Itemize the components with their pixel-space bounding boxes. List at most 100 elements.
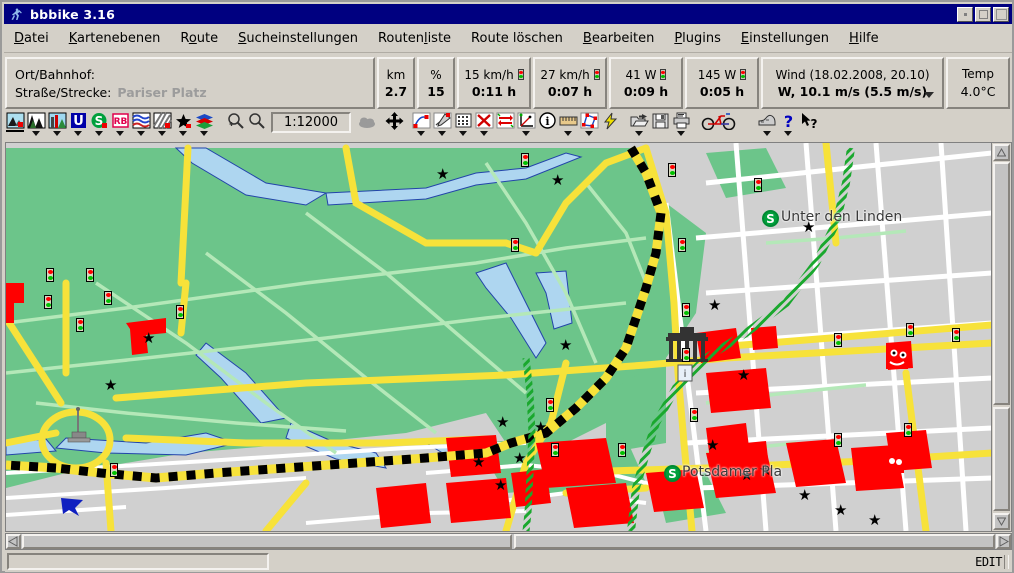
sbahn-station-icon[interactable]: S: [762, 210, 779, 227]
wind-cell[interactable]: Wind (18.02.2008, 20.10) W, 10.1 m/s (5.…: [761, 57, 944, 109]
bike-button[interactable]: [700, 112, 740, 140]
layers-button[interactable]: [194, 112, 214, 140]
sbahn-station-icon[interactable]: S: [664, 465, 681, 482]
chevron-down-icon[interactable]: [924, 92, 934, 98]
u-bahn-icon: U: [69, 112, 88, 130]
speed-time-2: 0:07 h: [547, 83, 593, 99]
route-draw-button[interactable]: [411, 112, 431, 140]
landmark-star: ★: [708, 296, 722, 314]
power-cell-1[interactable]: 41 W 0:09 h: [609, 57, 683, 109]
scroll-up-button[interactable]: [993, 144, 1010, 161]
horizontal-scroll-thumb-right[interactable]: [514, 534, 995, 549]
route-edit-button[interactable]: [432, 112, 452, 140]
distance-header: km: [386, 67, 406, 82]
traffic-light-icon: [618, 443, 626, 457]
scroll-right-button[interactable]: [996, 534, 1011, 549]
power-cell-2[interactable]: 145 W 0:05 h: [685, 57, 759, 109]
polygon-icon: [580, 112, 599, 130]
open-file-button[interactable]: [629, 112, 649, 140]
traffic-light-icon: [690, 408, 698, 422]
ruler-button[interactable]: [558, 112, 578, 140]
landmark-star: ★: [559, 336, 573, 354]
landmark-button[interactable]: [173, 112, 193, 140]
print-button[interactable]: [671, 112, 691, 140]
menu-datei[interactable]: Datei: [4, 28, 59, 49]
menu-bearbeiten[interactable]: Bearbeiten: [573, 28, 664, 49]
horizontal-scroll-thumb-left[interactable]: [22, 534, 512, 549]
coordinates-icon: [517, 112, 536, 130]
power-header-1: 41 W: [625, 67, 657, 82]
info-button[interactable]: i: [537, 112, 557, 140]
map-layer-button[interactable]: [5, 112, 25, 140]
grid-button[interactable]: [453, 112, 473, 140]
menu-plugins[interactable]: Plugins: [664, 28, 731, 49]
save-file-button[interactable]: [650, 112, 670, 140]
help-button[interactable]: ?: [778, 112, 798, 140]
polygon-button[interactable]: [579, 112, 599, 140]
route-draw-icon: [412, 112, 431, 130]
vertical-scroll-thumb-lower[interactable]: [993, 407, 1010, 511]
swap-button[interactable]: [495, 112, 515, 140]
speed-cell-1[interactable]: 15 km/h 0:11 h: [457, 57, 531, 109]
regionalbahn-button[interactable]: RB: [110, 112, 130, 140]
pointer-help-icon: ?: [800, 112, 819, 130]
bicycle-icon: [700, 112, 740, 130]
restore-button[interactable]: [993, 6, 1009, 22]
traffic-light-icon: [546, 398, 554, 412]
landmark-star: ★: [494, 476, 508, 494]
menu-sucheinstellungen[interactable]: Sucheinstellungen: [228, 28, 368, 49]
cloud-icon: [358, 112, 377, 130]
percent-value: 15: [427, 83, 445, 99]
landmark-star: ★: [104, 376, 118, 394]
mouse-mode-button[interactable]: [357, 112, 377, 140]
map-photo-button[interactable]: [47, 112, 67, 140]
vertical-scroll-thumb-upper[interactable]: [993, 162, 1010, 405]
traffic-light-icon: [76, 318, 84, 332]
power-time-2: 0:05 h: [699, 83, 745, 99]
scroll-down-button[interactable]: [993, 513, 1010, 530]
move-cross-icon: [385, 112, 404, 130]
maximize-button[interactable]: [975, 6, 991, 22]
delete-route-button[interactable]: [474, 112, 494, 140]
map-overlay-button[interactable]: [26, 112, 46, 140]
zoom-out-button[interactable]: [246, 112, 266, 140]
menu-route-loeschen[interactable]: Route löschen: [461, 28, 573, 49]
scroll-left-button[interactable]: [6, 534, 21, 549]
shoe-button[interactable]: [757, 112, 777, 140]
svg-text:i: i: [545, 115, 549, 128]
map-canvas[interactable]: i ★ ★ ★ ★ ★ ★ ★ ★ ★ ★ ★ ★ ★ ★ ★ ★ ★ ★ ★ …: [6, 143, 992, 531]
menu-hilfe[interactable]: Hilfe: [839, 28, 889, 49]
pan-button[interactable]: [384, 112, 404, 140]
traffic-light-icon: [660, 69, 667, 80]
zoom-in-icon: [226, 112, 245, 130]
wind-header: Wind (18.02.2008, 20.10): [775, 67, 930, 82]
minimize-button[interactable]: [957, 6, 973, 22]
coordinates-button[interactable]: [516, 112, 536, 140]
context-help-button[interactable]: ?: [799, 112, 819, 140]
traffic-light-icon: [834, 433, 842, 447]
resize-grip[interactable]: [1004, 554, 1009, 569]
status-field-primary[interactable]: [7, 553, 269, 570]
zoom-in-button[interactable]: [225, 112, 245, 140]
map-area[interactable]: i ★ ★ ★ ★ ★ ★ ★ ★ ★ ★ ★ ★ ★ ★ ★ ★ ★ ★ ★ …: [5, 142, 1012, 532]
traffic-light-icon: [46, 268, 54, 282]
map-vertical-scrollbar[interactable]: [991, 143, 1011, 531]
menu-einstellungen[interactable]: Einstellungen: [731, 28, 839, 49]
menu-kartenebenen[interactable]: Kartenebenen: [59, 28, 171, 49]
lightning-icon: [601, 112, 620, 130]
menu-route[interactable]: Route: [170, 28, 228, 49]
map-horizontal-scrollbar[interactable]: [5, 533, 1012, 550]
power-button[interactable]: [600, 112, 620, 140]
street-value: Pariser Platz: [117, 84, 207, 100]
menu-routenliste[interactable]: Routenliste: [368, 28, 461, 49]
landmark-star: ★: [496, 413, 510, 431]
street-label: Straße/Strecke:: [15, 84, 112, 100]
sbahn-button[interactable]: S: [89, 112, 109, 140]
ubahn-button[interactable]: U: [68, 112, 88, 140]
water-layer-button[interactable]: [131, 112, 151, 140]
landmark-star: ★: [534, 418, 548, 436]
speed-cell-2[interactable]: 27 km/h 0:07 h: [533, 57, 607, 109]
landmark-star: ★: [798, 486, 812, 504]
hatch-layer-button[interactable]: [152, 112, 172, 140]
scale-field[interactable]: 1:12000: [271, 112, 351, 133]
